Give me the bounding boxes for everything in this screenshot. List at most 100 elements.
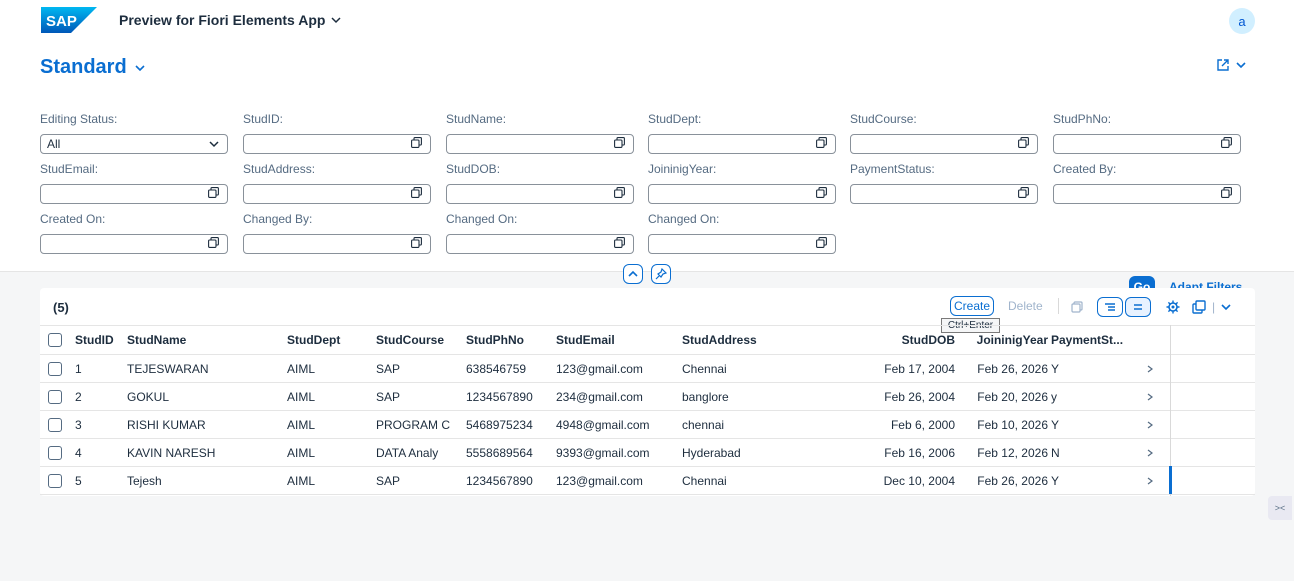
row-navigation[interactable] <box>1146 411 1162 438</box>
collapse-header-button[interactable] <box>623 264 643 284</box>
column-header[interactable]: StudID <box>75 326 125 354</box>
filter-field: PaymentStatus: <box>850 162 1038 204</box>
value-help-icon[interactable] <box>816 137 827 148</box>
column-header[interactable]: JoininigYear <box>958 326 1048 354</box>
table-cell: SAP <box>376 361 401 376</box>
table-cell: SAP <box>376 389 401 404</box>
value-help-icon[interactable] <box>1018 187 1029 198</box>
chevron-right-icon <box>1147 365 1153 372</box>
table-row[interactable]: 1 TEJESWARAN AIML SAP 638546759 123@gmail.com… <box>40 355 1255 383</box>
table-cell: Chennai <box>682 473 727 488</box>
filter-input-studphno[interactable] <box>1053 134 1241 154</box>
delete-button[interactable]: Delete <box>1008 299 1043 313</box>
table-row[interactable]: 2 GOKUL AIML SAP 1234567890 234@gmail.com bang… <box>40 383 1255 411</box>
table-cell: 5 <box>75 473 82 488</box>
table-cell: Feb 16, 2006 <box>884 445 955 460</box>
table-cell: Dec 10, 2004 <box>883 473 955 488</box>
filter-input-changed-on[interactable] <box>446 234 634 254</box>
table-cell: 4948@gmail.com <box>556 417 650 432</box>
value-help-icon[interactable] <box>411 237 422 248</box>
table-panel: (5) Create Ctrl+Enter Delete | StudID Stu… <box>40 288 1255 496</box>
row-checkbox[interactable] <box>48 389 62 404</box>
filter-input-editing-status[interactable]: All <box>40 134 228 154</box>
pin-header-button[interactable] <box>651 264 671 284</box>
value-help-icon[interactable] <box>411 137 422 148</box>
filter-field: Editing Status: All <box>40 112 228 154</box>
copy-button[interactable] <box>1064 297 1090 317</box>
variant-selector[interactable]: Standard <box>40 56 145 79</box>
table-cell: Feb 12, 2026 <box>977 445 1048 460</box>
app-title-menu[interactable]: Preview for Fiori Elements App <box>119 12 341 28</box>
copy-icon <box>1071 301 1083 313</box>
filter-field: StudCourse: <box>850 112 1038 154</box>
filter-input-joininigyear[interactable] <box>648 184 836 204</box>
row-checkbox[interactable] <box>48 473 62 488</box>
filter-input-studdob[interactable] <box>446 184 634 204</box>
row-navigation[interactable] <box>1146 439 1162 466</box>
row-checkbox[interactable] <box>48 445 62 460</box>
table-cell: TEJESWARAN <box>127 361 209 376</box>
table-row[interactable]: 5 Tejesh AIML SAP 1234567890 123@gmail.com Che… <box>40 467 1255 495</box>
share-button[interactable] <box>1216 58 1246 72</box>
value-help-icon[interactable] <box>1221 137 1232 148</box>
chevron-down-icon[interactable] <box>209 136 219 152</box>
column-header[interactable]: StudName <box>127 326 285 354</box>
table-cell: 5558689564 <box>466 445 533 460</box>
filter-input-created-by[interactable] <box>1053 184 1241 204</box>
filter-input-changed-by[interactable] <box>243 234 431 254</box>
value-help-icon[interactable] <box>816 187 827 198</box>
table-row[interactable]: 3 RISHI KUMAR AIML PROGRAM C 5468975234 4948@… <box>40 411 1255 439</box>
settings-button[interactable] <box>1160 297 1186 317</box>
side-panel-toggle[interactable]: >< <box>1268 496 1292 520</box>
filter-input-paymentstatus[interactable] <box>850 184 1038 204</box>
table-row[interactable]: 4 KAVIN NARESH AIML DATA Analy 5558689564 939… <box>40 439 1255 467</box>
row-navigation[interactable] <box>1146 355 1162 382</box>
user-avatar[interactable]: a <box>1229 8 1255 34</box>
create-button[interactable]: Create <box>950 296 994 316</box>
filter-input-studid[interactable] <box>243 134 431 154</box>
filter-input-studaddress[interactable] <box>243 184 431 204</box>
table-cell: GOKUL <box>127 389 170 404</box>
filter-field: Created By: <box>1053 162 1241 204</box>
table-cell: 2 <box>75 389 82 404</box>
table-cell: banglore <box>682 389 729 404</box>
value-help-icon[interactable] <box>614 137 625 148</box>
value-help-icon[interactable] <box>1018 137 1029 148</box>
filter-input-created-on[interactable] <box>40 234 228 254</box>
filter-input-studname[interactable] <box>446 134 634 154</box>
row-navigation[interactable] <box>1146 383 1162 410</box>
compact-view-button[interactable] <box>1125 297 1151 317</box>
column-header[interactable]: StudCourse <box>376 326 464 354</box>
condensed-view-button[interactable] <box>1097 297 1123 317</box>
value-help-icon[interactable] <box>816 237 827 248</box>
column-header[interactable]: StudAddress <box>682 326 842 354</box>
filter-input-changed-on[interactable] <box>648 234 836 254</box>
filter-field: JoininigYear: <box>648 162 836 204</box>
table-cell: Hyderabad <box>682 445 741 460</box>
column-header[interactable]: StudDept <box>287 326 375 354</box>
table-cell: AIML <box>287 361 316 376</box>
column-header[interactable]: StudPhNo <box>466 326 554 354</box>
export-menu-button[interactable]: | <box>1192 297 1238 317</box>
value-help-icon[interactable] <box>208 237 219 248</box>
filter-field: StudName: <box>446 112 634 154</box>
column-header[interactable]: StudEmail <box>556 326 680 354</box>
sap-logo[interactable]: SAP <box>41 7 97 33</box>
value-help-icon[interactable] <box>411 187 422 198</box>
table-cell: 123@gmail.com <box>556 361 643 376</box>
row-navigation[interactable] <box>1146 467 1162 494</box>
filter-input-studcourse[interactable] <box>850 134 1038 154</box>
select-all-checkbox[interactable] <box>48 333 62 347</box>
column-header[interactable]: PaymentSt... <box>1051 326 1161 354</box>
value-help-icon[interactable] <box>1221 187 1232 198</box>
row-checkbox[interactable] <box>48 417 62 432</box>
value-help-icon[interactable] <box>208 187 219 198</box>
value-help-icon[interactable] <box>614 237 625 248</box>
value-help-icon[interactable] <box>614 187 625 198</box>
filter-input-studdept[interactable] <box>648 134 836 154</box>
column-header[interactable]: StudDOB <box>845 326 955 354</box>
filter-label-created-on: Created On: <box>40 212 106 226</box>
row-checkbox[interactable] <box>48 361 62 376</box>
filter-input-studemail[interactable] <box>40 184 228 204</box>
table-cell: 5468975234 <box>466 417 533 432</box>
